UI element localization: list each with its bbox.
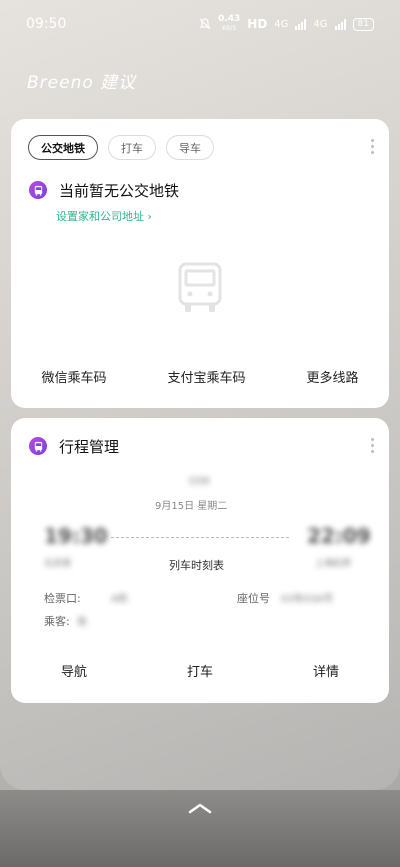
passenger-label: 乘客:	[44, 615, 70, 628]
train-number: G58	[189, 476, 210, 487]
bus-icon	[29, 181, 47, 199]
depart-station: 北京南	[44, 559, 72, 569]
trip-actions: 导航 打车 详情	[11, 661, 389, 680]
status-icons: 0.43 KB/S HD 4G 4G 81	[199, 15, 374, 33]
setup-address-link[interactable]: 设置家和公司地址 ›	[56, 208, 152, 224]
alipay-qr-button[interactable]: 支付宝乘车码	[167, 367, 245, 386]
trip-date: 9月15日 星期二	[155, 501, 228, 512]
navigate-button[interactable]: 导航	[61, 661, 87, 680]
trip-more-icon[interactable]	[371, 438, 375, 453]
arrive-station: 上海虹桥	[315, 559, 352, 569]
signal-icon-2	[334, 18, 346, 30]
taxi-button[interactable]: 打车	[187, 661, 213, 680]
trip-bus-icon	[29, 437, 47, 455]
route-line	[111, 537, 289, 538]
trip-heading: 行程管理	[59, 438, 120, 456]
notification-panel: 09:50 0.43 KB/S HD 4G 4G 81 Breeno 建议 公交…	[0, 0, 400, 790]
chevron-up-icon[interactable]	[188, 802, 212, 814]
hd-indicator: HD	[247, 17, 268, 31]
chip-taxi[interactable]: 打车	[108, 135, 156, 160]
bus-placeholder-icon	[178, 262, 222, 312]
transit-heading: 当前暂无公交地铁	[59, 182, 180, 200]
transit-actions: 微信乘车码 支付宝乘车码 更多线路	[11, 367, 389, 386]
chip-navigation[interactable]: 导车	[166, 135, 214, 160]
status-time: 09:50	[26, 16, 67, 32]
transit-chips: 公交地铁 打车 导车	[28, 135, 214, 160]
breeno-title: Breeno 建议	[27, 73, 137, 93]
depart-time: 19:30	[44, 524, 108, 548]
more-routes-button[interactable]: 更多线路	[306, 367, 358, 386]
seat-value: 03车03A号	[281, 594, 334, 605]
chip-transit[interactable]: 公交地铁	[28, 135, 98, 160]
details-button[interactable]: 详情	[313, 661, 339, 680]
signal-icon	[295, 18, 307, 30]
passenger-value: 张	[77, 617, 87, 628]
network-type-2: 4G	[313, 18, 328, 30]
more-icon[interactable]	[371, 139, 375, 154]
status-bar: 09:50 0.43 KB/S HD 4G 4G 81	[0, 0, 400, 48]
network-speed: 0.43 KB/S	[218, 14, 241, 33]
gate-value: A检	[111, 594, 128, 605]
seat-label: 座位号	[237, 592, 270, 605]
bottom-area	[0, 790, 400, 867]
battery-icon: 81	[352, 17, 374, 31]
trip-card: 行程管理 G58 9月15日 星期二 19:30 北京南 22:09 上海虹桥 …	[11, 418, 389, 703]
wechat-qr-button[interactable]: 微信乘车码	[41, 367, 106, 386]
gate-label: 检票口:	[44, 592, 81, 605]
transit-card: 公交地铁 打车 导车 当前暂无公交地铁 设置家和公司地址 › 微信乘车码 支付宝…	[11, 119, 389, 408]
bell-icon	[199, 18, 211, 30]
timetable-link[interactable]: 列车时刻表	[169, 557, 224, 573]
network-type-1: 4G	[274, 18, 289, 30]
arrive-time: 22:09	[307, 524, 371, 548]
